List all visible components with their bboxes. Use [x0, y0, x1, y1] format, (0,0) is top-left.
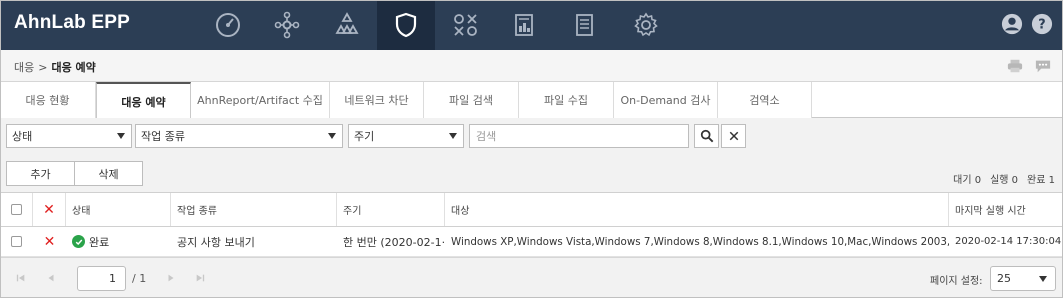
search-input[interactable]: 검색 — [469, 124, 689, 148]
dashboard-icon[interactable] — [199, 0, 257, 50]
delete-x-icon[interactable]: ✕ — [44, 235, 56, 249]
row-job-type: 공지 사항 보내기 — [177, 235, 255, 249]
waiting-count: 대기 0 — [953, 175, 982, 186]
cycle-filter-select[interactable]: 주기 — [348, 124, 464, 148]
tab-file-search[interactable]: 파일 검색 — [424, 82, 519, 118]
tab-response-status[interactable]: 대응 현황 — [0, 82, 96, 118]
chat-icon[interactable] — [1033, 57, 1053, 75]
first-page-icon[interactable] — [15, 272, 27, 284]
column-header-job-type[interactable]: 작업 종류 — [171, 193, 337, 226]
check-circle-icon — [72, 235, 85, 248]
action-bar: 추가 삭제 대기 0 실행 0 완료 1 — [0, 154, 1063, 192]
status-filter-select[interactable]: 상태 — [6, 124, 132, 148]
column-header-target[interactable]: 대상 — [445, 193, 949, 226]
delete-button[interactable]: 삭제 — [74, 161, 143, 186]
breadcrumb-bar: 대응 > 대응 예약 — [0, 50, 1063, 82]
delete-column-header: ✕ — [33, 193, 66, 226]
row-delete-cell: ✕ — [33, 227, 66, 256]
add-button[interactable]: 추가 — [6, 161, 75, 186]
job-type-filter-value: 작업 종류 — [141, 130, 185, 143]
running-count: 실행 0 — [990, 175, 1019, 186]
breadcrumb-current: 대응 예약 — [51, 61, 96, 74]
pagination-bar: 1 / 1 페이지 설정: 25 — [0, 257, 1063, 298]
chevron-down-icon — [328, 133, 336, 139]
row-target: Windows XP,Windows Vista,Windows 7,Windo… — [451, 235, 949, 248]
row-checkbox[interactable] — [11, 236, 22, 247]
row-cycle: 한 번만 (2020-02-1··· — [343, 235, 445, 249]
document-icon[interactable] — [555, 0, 613, 50]
shield-icon[interactable] — [377, 0, 435, 50]
tab-network-block[interactable]: 네트워크 차단 — [330, 82, 424, 118]
delete-x-icon: ✕ — [43, 201, 55, 218]
close-icon — [729, 131, 738, 141]
breadcrumb: 대응 > 대응 예약 — [14, 59, 96, 75]
page-size-value: 25 — [997, 272, 1011, 285]
tab-bar: 대응 현황 대응 예약 AhnReport/Artifact 수집 네트워크 차… — [0, 82, 1063, 119]
search-icon — [700, 129, 713, 143]
row-select-cell — [0, 227, 33, 256]
table-row[interactable]: ✕ 완료 공지 사항 보내기 한 번만 (2020-02-1··· Window… — [0, 227, 1063, 257]
select-all-cell — [0, 193, 33, 226]
status-filter-value: 상태 — [12, 130, 33, 143]
page-size-label: 페이지 설정: — [930, 276, 983, 287]
next-page-icon[interactable] — [165, 272, 177, 284]
help-icon[interactable]: ? — [1030, 12, 1054, 36]
user-icon[interactable] — [1000, 12, 1024, 36]
job-type-filter-select[interactable]: 작업 종류 — [135, 124, 343, 148]
row-status: 완료 — [66, 227, 171, 256]
report-icon[interactable] — [495, 0, 553, 50]
cycle-filter-value: 주기 — [354, 130, 375, 143]
tab-on-demand-scan[interactable]: On-Demand 검사 — [614, 82, 718, 118]
app-logo: AhnLab EPP — [14, 12, 131, 33]
column-header-cycle[interactable]: 주기 — [337, 193, 445, 226]
gear-icon[interactable] — [617, 0, 675, 50]
network-icon[interactable] — [258, 0, 316, 50]
page-size-select[interactable]: 25 — [990, 266, 1056, 291]
tab-quarantine[interactable]: 검역소 — [718, 82, 812, 118]
filter-bar: 상태 작업 종류 주기 검색 — [0, 118, 1063, 154]
chevron-down-icon — [449, 133, 457, 139]
select-all-checkbox[interactable] — [10, 204, 22, 215]
search-button[interactable] — [694, 124, 719, 148]
breadcrumb-separator: > — [38, 60, 48, 74]
page-number-input[interactable]: 1 — [77, 266, 126, 291]
clear-search-button[interactable] — [721, 124, 746, 148]
row-last-run: 2020-02-14 17:30:04 — [955, 236, 1062, 247]
job-counts: 대기 0 실행 0 완료 1 — [953, 171, 1055, 186]
top-navigation-bar: AhnLab EPP ? — [0, 0, 1063, 50]
page-total: / 1 — [132, 272, 147, 285]
done-count: 완료 1 — [1027, 175, 1055, 186]
ox-policy-icon[interactable] — [436, 0, 494, 50]
svg-text:?: ? — [1038, 18, 1045, 33]
chevron-down-icon — [117, 133, 125, 139]
chevron-down-icon — [1039, 276, 1047, 282]
column-header-last-run[interactable]: 마지막 실행 시간 — [949, 193, 1063, 226]
row-status-label: 완료 — [89, 235, 110, 249]
hierarchy-icon[interactable] — [318, 0, 376, 50]
table-header: ✕ 상태 작업 종류 주기 대상 마지막 실행 시간 — [0, 192, 1063, 227]
prev-page-icon[interactable] — [45, 272, 57, 284]
column-header-status[interactable]: 상태 — [66, 193, 171, 226]
last-page-icon[interactable] — [194, 272, 206, 284]
tab-response-schedule[interactable]: 대응 예약 — [96, 82, 191, 119]
print-icon[interactable] — [1005, 57, 1025, 75]
tab-file-collect[interactable]: 파일 수집 — [519, 82, 614, 118]
tab-ahnreport-artifact[interactable]: AhnReport/Artifact 수집 — [191, 82, 330, 118]
breadcrumb-parent[interactable]: 대응 — [14, 59, 34, 75]
